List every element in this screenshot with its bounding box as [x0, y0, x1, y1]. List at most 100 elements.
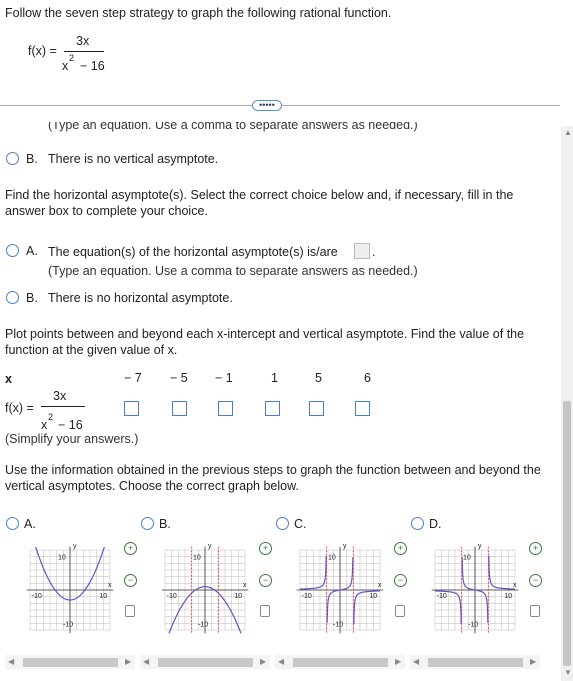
- new-window-icon[interactable]: [530, 605, 540, 617]
- answer-box-2[interactable]: [172, 401, 187, 419]
- hscroll-thumb[interactable]: [293, 658, 388, 667]
- function-numerator: 3x: [76, 34, 90, 48]
- fx-numerator: 3x: [53, 389, 67, 403]
- fx-den-exp: 2: [48, 412, 54, 422]
- fx-lhs: f(x) =: [5, 401, 34, 415]
- scroll-thumb[interactable]: [563, 401, 571, 666]
- hscroll-thumb[interactable]: [23, 658, 118, 667]
- zoom-out-icon[interactable]: −: [259, 574, 272, 587]
- function-den-exp: 2: [69, 53, 75, 63]
- graph-b-hscroll[interactable]: ◀ ▶: [140, 655, 270, 669]
- vertical-option-b-text: There is no vertical asymptote.: [48, 152, 219, 166]
- answer-box-1[interactable]: [124, 401, 139, 419]
- vertical-option-b-label: B.: [26, 152, 38, 166]
- fx-den-rest: − 16: [58, 418, 83, 432]
- x-value-3: − 1: [215, 371, 233, 385]
- graph-option-c-label: C.: [294, 517, 307, 531]
- zoom-in-icon[interactable]: +: [124, 542, 137, 555]
- horizontal-option-b-text: There is no horizontal asymptote.: [48, 291, 233, 305]
- horizontal-answer-box[interactable]: [354, 243, 370, 262]
- hscroll-thumb[interactable]: [428, 658, 523, 667]
- graph-a-hscroll[interactable]: ◀ ▶: [5, 655, 135, 669]
- graph-option-a-radio[interactable]: [6, 517, 19, 533]
- answer-box-4[interactable]: [265, 401, 280, 419]
- graph-option-a-label: A.: [24, 517, 36, 531]
- zoom-out-icon[interactable]: −: [394, 574, 407, 587]
- graph-option-d-radio[interactable]: [411, 517, 424, 533]
- scroll-right-icon[interactable]: ▶: [395, 657, 401, 666]
- scroll-right-icon[interactable]: ▶: [125, 657, 131, 666]
- scroll-right-icon[interactable]: ▶: [260, 657, 266, 666]
- answer-box-6[interactable]: [355, 401, 370, 419]
- tick-label: -10: [302, 593, 312, 600]
- x-axis-label: x: [243, 582, 247, 589]
- tick-label: -10: [32, 593, 42, 600]
- horizontal-option-a-text: The equation(s) of the horizontal asympt…: [48, 245, 338, 259]
- fx-den-x: x: [41, 418, 48, 432]
- graph-option-b-label: B.: [159, 517, 171, 531]
- function-lhs: f(x) =: [28, 44, 57, 58]
- tick-label: 10: [504, 593, 512, 600]
- x-axis-label: x: [108, 582, 112, 589]
- graph-b: yx10-10-10 10: [161, 543, 249, 634]
- y-axis-label: y: [73, 543, 77, 550]
- scroll-down-icon[interactable]: ▼: [564, 668, 572, 677]
- scroll-left-icon[interactable]: ◀: [143, 657, 149, 666]
- new-window-icon[interactable]: [395, 605, 405, 617]
- graph-d: yx10-10-10 10: [431, 543, 519, 634]
- tick-label: 10: [193, 555, 201, 562]
- graph-c: yx10-10-10 10: [296, 543, 384, 634]
- hscroll-thumb[interactable]: [158, 658, 253, 667]
- tick-label: 10: [234, 593, 242, 600]
- x-value-6: 6: [364, 371, 371, 385]
- vertical-option-b-radio[interactable]: [6, 152, 19, 168]
- horizontal-option-b-label: B.: [26, 291, 38, 305]
- tick-label: 10: [328, 555, 336, 562]
- tick-label: 10: [99, 593, 107, 600]
- scroll-left-icon[interactable]: ◀: [8, 657, 14, 666]
- scroll-left-icon[interactable]: ◀: [278, 657, 284, 666]
- zoom-out-icon[interactable]: −: [529, 574, 542, 587]
- new-window-icon[interactable]: [125, 605, 135, 617]
- answer-box-5[interactable]: [309, 401, 324, 419]
- graph-option-d-label: D.: [429, 517, 442, 531]
- x-axis-label: x: [378, 582, 382, 589]
- zoom-out-icon[interactable]: −: [124, 574, 137, 587]
- x-value-2: − 5: [170, 371, 188, 385]
- horizontal-option-a-radio[interactable]: [6, 244, 19, 260]
- graph-option-c-radio[interactable]: [276, 517, 289, 533]
- horizontal-prompt: Find the horizontal asymptote(s). Select…: [5, 188, 514, 218]
- x-value-1: − 7: [124, 371, 142, 385]
- scroll-up-icon[interactable]: ▲: [564, 128, 572, 137]
- zoom-in-icon[interactable]: +: [529, 542, 542, 555]
- x-axis-label: x: [513, 582, 517, 589]
- graph-option-b-radio[interactable]: [141, 517, 154, 533]
- y-axis-label: y: [343, 543, 347, 550]
- new-window-icon[interactable]: [260, 605, 270, 617]
- scroll-left-icon[interactable]: ◀: [413, 657, 419, 666]
- answer-box-3[interactable]: [218, 401, 233, 419]
- x-value-5: 5: [315, 371, 322, 385]
- y-axis-label: y: [208, 543, 212, 550]
- graph-a: yx10-10-10 10: [26, 543, 114, 634]
- graph-d-hscroll[interactable]: ◀ ▶: [410, 655, 540, 669]
- tick-label: -10: [468, 621, 478, 628]
- tick-label: 10: [369, 593, 377, 600]
- vertical-scrollbar[interactable]: ▲ ▼: [561, 126, 573, 681]
- simplify-hint: (Simplify your answers.): [5, 432, 139, 446]
- x-value-4: 1: [271, 371, 278, 385]
- y-axis-label: y: [478, 543, 482, 550]
- zoom-in-icon[interactable]: +: [394, 542, 407, 555]
- tick-label: -10: [167, 593, 177, 600]
- plot-prompt: Plot points between and beyond each x-in…: [5, 327, 525, 357]
- more-button[interactable]: •••••: [252, 100, 282, 111]
- graph-c-hscroll[interactable]: ◀ ▶: [275, 655, 405, 669]
- tick-label: -10: [437, 593, 447, 600]
- horizontal-option-b-radio[interactable]: [6, 291, 19, 307]
- x-column-label: x: [5, 372, 12, 386]
- function-display: f(x) = 3x x 2 − 16: [28, 34, 118, 79]
- tick-label: -10: [63, 621, 73, 628]
- zoom-in-icon[interactable]: +: [259, 542, 272, 555]
- scroll-right-icon[interactable]: ▶: [530, 657, 536, 666]
- tick-label: -10: [198, 621, 208, 628]
